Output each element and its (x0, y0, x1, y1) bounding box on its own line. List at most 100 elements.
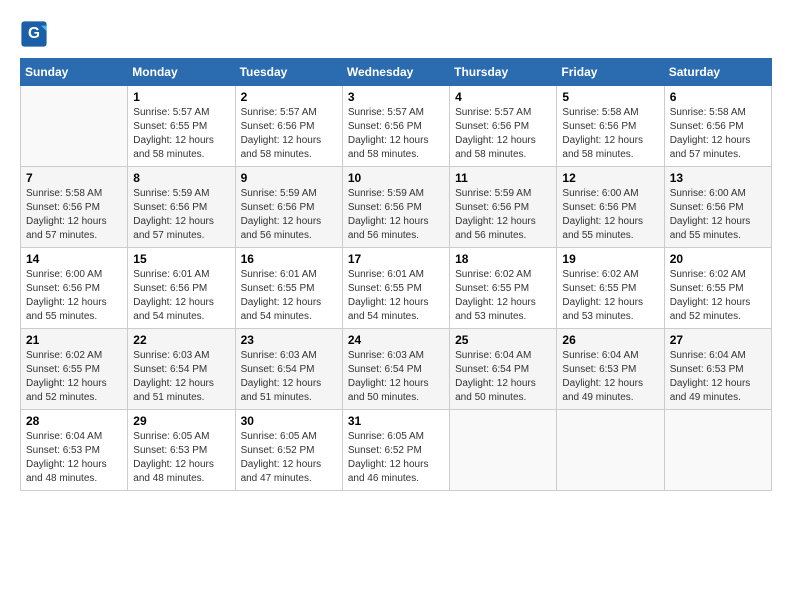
weekday-monday: Monday (128, 59, 235, 86)
day-number: 25 (455, 333, 551, 347)
day-number: 12 (562, 171, 658, 185)
calendar-week-2: 7Sunrise: 5:58 AMSunset: 6:56 PMDaylight… (21, 167, 772, 248)
calendar-cell: 7Sunrise: 5:58 AMSunset: 6:56 PMDaylight… (21, 167, 128, 248)
day-info: Sunrise: 6:03 AMSunset: 6:54 PMDaylight:… (241, 349, 337, 405)
day-number: 27 (670, 333, 766, 347)
day-info: Sunrise: 6:04 AMSunset: 6:53 PMDaylight:… (562, 349, 658, 405)
day-info: Sunrise: 6:01 AMSunset: 6:55 PMDaylight:… (348, 268, 444, 324)
calendar-cell: 15 Sunrise: 6:01 AMSunset: 6:56 PMDayligh… (128, 248, 235, 329)
day-number: 20 (670, 252, 766, 266)
day-number: 2 (241, 90, 337, 104)
calendar-cell: 3 Sunrise: 5:57 AMSunset: 6:56 PMDaylight… (342, 86, 449, 167)
day-info: Sunrise: 6:04 AMSunset: 6:53 PMDaylight:… (26, 430, 122, 486)
day-info: Sunrise: 5:59 AMSunset: 6:56 PMDaylight:… (348, 187, 444, 243)
calendar-cell: 8 Sunrise: 5:59 AMSunset: 6:56 PMDaylight… (128, 167, 235, 248)
calendar-cell: 2 Sunrise: 5:57 AMSunset: 6:56 PMDaylight… (235, 86, 342, 167)
calendar-week-5: 28 Sunrise: 6:04 AMSunset: 6:53 PMDayligh… (21, 410, 772, 491)
day-number: 26 (562, 333, 658, 347)
day-info: Sunrise: 6:01 AMSunset: 6:55 PMDaylight:… (241, 268, 337, 324)
svg-text:G: G (28, 25, 40, 42)
day-number: 28 (26, 414, 122, 428)
calendar-cell: 30 Sunrise: 6:05 AMSunset: 6:52 PMDayligh… (235, 410, 342, 491)
day-info: Sunrise: 6:01 AMSunset: 6:56 PMDaylight:… (133, 268, 229, 324)
day-info: Sunrise: 5:59 AMSunset: 6:56 PMDaylight:… (241, 187, 337, 243)
weekday-wednesday: Wednesday (342, 59, 449, 86)
calendar-cell: 25Sunrise: 6:04 AMSunset: 6:54 PMDayligh… (450, 329, 557, 410)
weekday-friday: Friday (557, 59, 664, 86)
day-number: 8 (133, 171, 229, 185)
day-info: Sunrise: 6:02 AMSunset: 6:55 PMDaylight:… (670, 268, 766, 324)
calendar-cell: 14 Sunrise: 6:00 AMSunset: 6:56 PMDayligh… (21, 248, 128, 329)
day-info: Sunrise: 5:58 AMSunset: 6:56 PMDaylight:… (670, 106, 766, 162)
day-info: Sunrise: 5:57 AMSunset: 6:55 PMDaylight:… (133, 106, 229, 162)
day-number: 10 (348, 171, 444, 185)
calendar-cell: 29 Sunrise: 6:05 AMSunset: 6:53 PMDayligh… (128, 410, 235, 491)
day-info: Sunrise: 5:57 AMSunset: 6:56 PMDaylight:… (348, 106, 444, 162)
day-number: 23 (241, 333, 337, 347)
day-info: Sunrise: 6:04 AMSunset: 6:53 PMDaylight:… (670, 349, 766, 405)
calendar-cell: 6Sunrise: 5:58 AMSunset: 6:56 PMDaylight… (664, 86, 771, 167)
weekday-header-row: SundayMondayTuesdayWednesdayThursdayFrid… (21, 59, 772, 86)
day-number: 30 (241, 414, 337, 428)
day-number: 24 (348, 333, 444, 347)
day-number: 19 (562, 252, 658, 266)
calendar-cell (21, 86, 128, 167)
day-info: Sunrise: 5:59 AMSunset: 6:56 PMDaylight:… (455, 187, 551, 243)
calendar-cell: 27 Sunrise: 6:04 AMSunset: 6:53 PMDayligh… (664, 329, 771, 410)
calendar-cell: 31 Sunrise: 6:05 AMSunset: 6:52 PMDayligh… (342, 410, 449, 491)
weekday-thursday: Thursday (450, 59, 557, 86)
calendar-cell: 16 Sunrise: 6:01 AMSunset: 6:55 PMDayligh… (235, 248, 342, 329)
day-number: 15 (133, 252, 229, 266)
day-info: Sunrise: 6:02 AMSunset: 6:55 PMDaylight:… (455, 268, 551, 324)
day-number: 21 (26, 333, 122, 347)
calendar-cell: 4 Sunrise: 5:57 AMSunset: 6:56 PMDaylight… (450, 86, 557, 167)
day-info: Sunrise: 6:05 AMSunset: 6:52 PMDaylight:… (348, 430, 444, 486)
calendar-cell: 21 Sunrise: 6:02 AMSunset: 6:55 PMDayligh… (21, 329, 128, 410)
day-number: 13 (670, 171, 766, 185)
day-number: 7 (26, 171, 122, 185)
day-number: 4 (455, 90, 551, 104)
day-number: 18 (455, 252, 551, 266)
day-info: Sunrise: 5:57 AMSunset: 6:56 PMDaylight:… (455, 106, 551, 162)
day-info: Sunrise: 6:05 AMSunset: 6:52 PMDaylight:… (241, 430, 337, 486)
day-number: 5 (562, 90, 658, 104)
calendar-week-1: 1 Sunrise: 5:57 AMSunset: 6:55 PMDaylight… (21, 86, 772, 167)
calendar-cell: 26 Sunrise: 6:04 AMSunset: 6:53 PMDayligh… (557, 329, 664, 410)
day-info: Sunrise: 5:57 AMSunset: 6:56 PMDaylight:… (241, 106, 337, 162)
calendar-cell: 23 Sunrise: 6:03 AMSunset: 6:54 PMDayligh… (235, 329, 342, 410)
calendar-cell (664, 410, 771, 491)
calendar-cell: 24 Sunrise: 6:03 AMSunset: 6:54 PMDayligh… (342, 329, 449, 410)
day-info: Sunrise: 5:59 AMSunset: 6:56 PMDaylight:… (133, 187, 229, 243)
day-number: 17 (348, 252, 444, 266)
calendar-week-4: 21 Sunrise: 6:02 AMSunset: 6:55 PMDayligh… (21, 329, 772, 410)
calendar-cell: 13Sunrise: 6:00 AMSunset: 6:56 PMDayligh… (664, 167, 771, 248)
page-header: G (20, 20, 772, 48)
day-number: 1 (133, 90, 229, 104)
calendar-cell: 12 Sunrise: 6:00 AMSunset: 6:56 PMDayligh… (557, 167, 664, 248)
day-number: 29 (133, 414, 229, 428)
day-number: 3 (348, 90, 444, 104)
weekday-saturday: Saturday (664, 59, 771, 86)
calendar-cell: 22Sunrise: 6:03 AMSunset: 6:54 PMDayligh… (128, 329, 235, 410)
calendar-cell: 17 Sunrise: 6:01 AMSunset: 6:55 PMDayligh… (342, 248, 449, 329)
weekday-sunday: Sunday (21, 59, 128, 86)
day-info: Sunrise: 6:03 AMSunset: 6:54 PMDaylight:… (133, 349, 229, 405)
day-info: Sunrise: 6:02 AMSunset: 6:55 PMDaylight:… (562, 268, 658, 324)
day-info: Sunrise: 6:05 AMSunset: 6:53 PMDaylight:… (133, 430, 229, 486)
calendar-cell: 10 Sunrise: 5:59 AMSunset: 6:56 PMDayligh… (342, 167, 449, 248)
day-info: Sunrise: 6:00 AMSunset: 6:56 PMDaylight:… (26, 268, 122, 324)
day-info: Sunrise: 6:02 AMSunset: 6:55 PMDaylight:… (26, 349, 122, 405)
calendar-cell: 28 Sunrise: 6:04 AMSunset: 6:53 PMDayligh… (21, 410, 128, 491)
day-info: Sunrise: 5:58 AMSunset: 6:56 PMDaylight:… (562, 106, 658, 162)
calendar-cell: 18 Sunrise: 6:02 AMSunset: 6:55 PMDayligh… (450, 248, 557, 329)
calendar-cell: 9 Sunrise: 5:59 AMSunset: 6:56 PMDaylight… (235, 167, 342, 248)
day-number: 31 (348, 414, 444, 428)
day-number: 11 (455, 171, 551, 185)
day-number: 9 (241, 171, 337, 185)
day-info: Sunrise: 6:00 AMSunset: 6:56 PMDaylight:… (562, 187, 658, 243)
day-number: 14 (26, 252, 122, 266)
calendar-cell: 1 Sunrise: 5:57 AMSunset: 6:55 PMDaylight… (128, 86, 235, 167)
day-number: 16 (241, 252, 337, 266)
day-info: Sunrise: 6:03 AMSunset: 6:54 PMDaylight:… (348, 349, 444, 405)
calendar-week-3: 14 Sunrise: 6:00 AMSunset: 6:56 PMDayligh… (21, 248, 772, 329)
